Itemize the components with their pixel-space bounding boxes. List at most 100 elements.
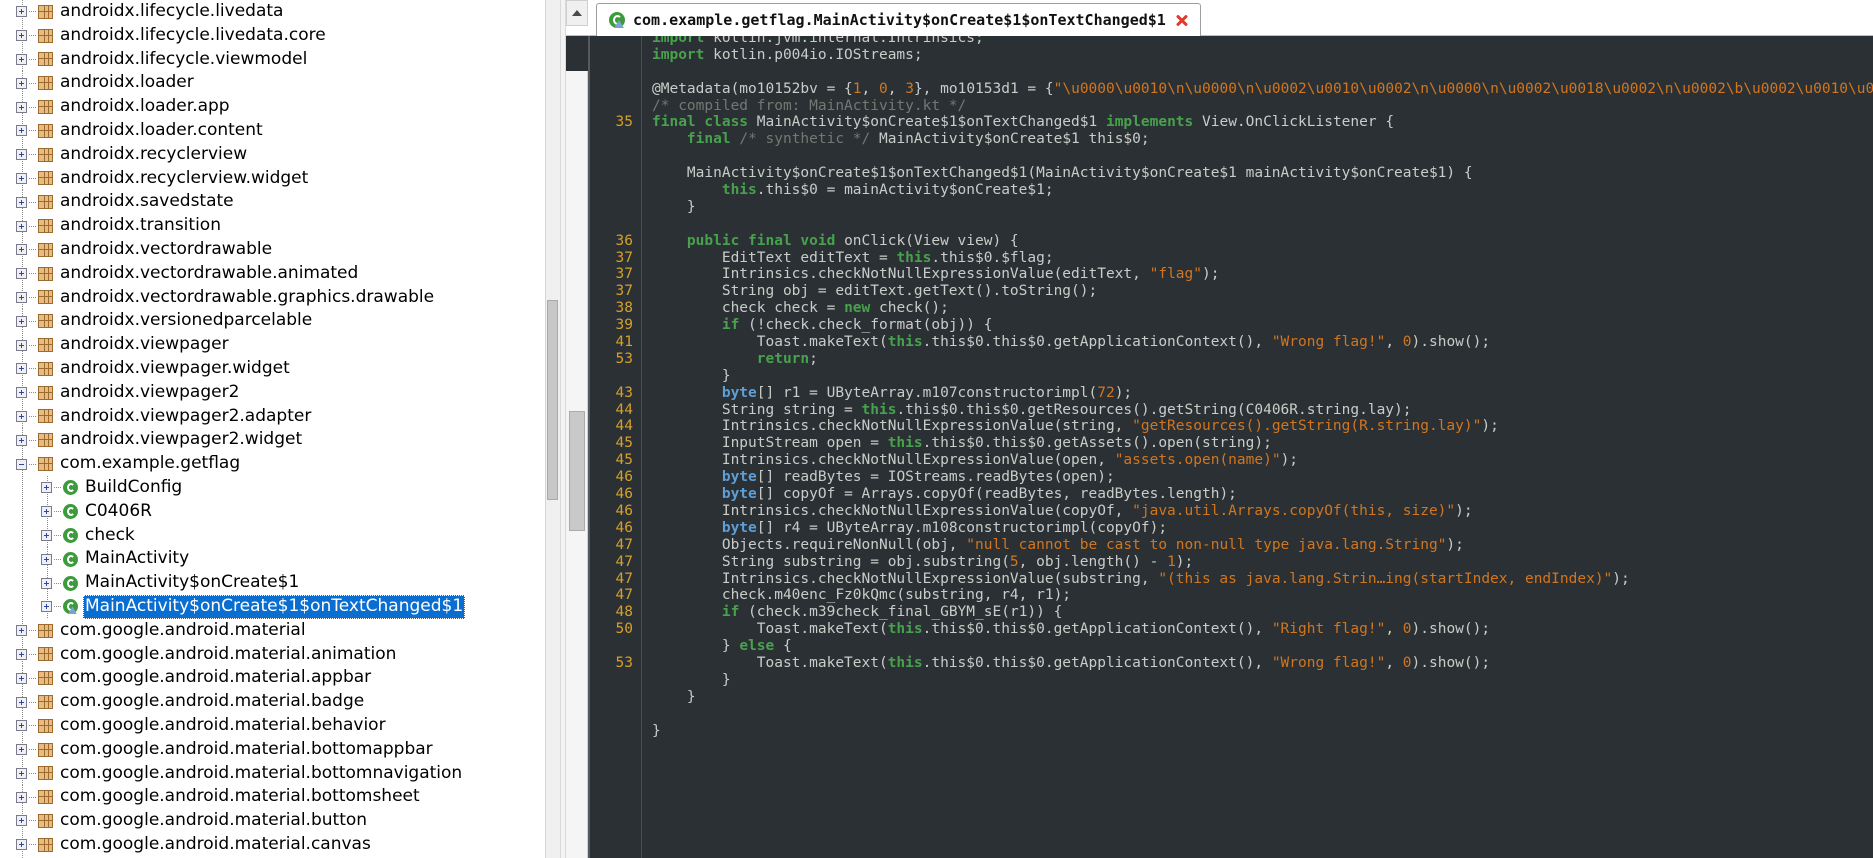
line-number: 35 [615,114,633,131]
tree-row[interactable]: androidx.vectordrawable.graphics.drawabl… [0,285,560,310]
tree-row[interactable]: com.google.android.material.badge [0,690,560,714]
expand-icon[interactable] [16,125,27,137]
expand-icon[interactable] [16,767,27,779]
tree-row[interactable]: androidx.loader [0,71,560,96]
tree-row[interactable]: com.google.android.material.bottomnaviga… [0,761,560,786]
tree-row[interactable]: C0406R [0,499,560,524]
tree-row[interactable]: androidx.viewpager2.widget [0,428,560,453]
expand-icon[interactable] [16,172,27,184]
tree-vertical-scrollbar[interactable] [545,0,560,858]
expand-icon[interactable] [16,363,27,375]
expand-icon[interactable] [16,101,27,113]
tree-row[interactable]: com.example.getflag [0,452,560,476]
tree-row[interactable]: com.google.android.material.bottomsheet [0,785,560,810]
expand-icon[interactable] [16,720,27,732]
expand-icon[interactable] [16,6,27,18]
tree-row[interactable]: com.google.android.material [0,618,560,643]
tree-row[interactable]: com.google.android.material.appbar [0,666,560,691]
expand-icon[interactable] [16,339,27,351]
code-text-area[interactable]: import kotlin.jvm.internal.Intrinsics; im… [642,36,1873,858]
expand-icon[interactable] [41,482,52,494]
expand-icon[interactable] [16,791,27,803]
tree-row[interactable]: androidx.loader.app [0,95,560,119]
package-icon [38,338,53,353]
editor-tab[interactable]: com.example.getflag.MainActivity$onCreat… [596,3,1201,37]
tree-row[interactable]: MainActivity$onCreate$1$onTextChanged$1 [0,594,560,619]
expand-icon[interactable] [16,744,27,756]
expand-icon[interactable] [16,387,27,399]
scroll-up-button[interactable] [566,0,588,26]
expand-icon[interactable] [16,244,27,256]
expand-icon[interactable] [16,672,27,684]
line-number: 53 [615,350,633,367]
expand-icon[interactable] [16,149,27,161]
tree-row[interactable]: check [0,523,560,548]
package-icon [38,695,53,709]
tree-row[interactable]: androidx.vectordrawable [0,237,560,262]
line-number [590,689,633,706]
tree-row[interactable]: BuildConfig [0,475,560,500]
expand-icon[interactable] [16,196,27,208]
tree-connector [29,296,36,298]
expand-icon[interactable] [16,434,27,446]
package-tree-list[interactable]: androidx.lifecycle.livedata androidx.life… [0,0,560,858]
tree-row[interactable]: androidx.savedstate [0,190,560,215]
line-number [590,148,633,165]
expand-icon[interactable] [41,529,52,541]
package-icon [38,266,53,281]
tree-row[interactable]: androidx.versionedparcelable [0,309,560,334]
expand-icon[interactable] [16,410,27,422]
expand-icon[interactable] [16,77,27,89]
tree-row[interactable]: com.google.android.material.button [0,809,560,833]
line-number [590,706,633,723]
tree-row[interactable]: com.google.android.material.behavior [0,713,560,738]
expand-icon[interactable] [16,315,27,327]
tree-connector [54,582,61,584]
tree-row[interactable]: MainActivity$onCreate$1 [0,571,560,595]
expand-icon[interactable] [16,648,27,660]
tree-row[interactable]: com.google.android.material.bottomappbar [0,737,560,762]
code-line: if (check.m39check_final_GBYM_sE(r1)) { [721,604,1063,621]
tree-connector [29,368,36,370]
tree-connector [29,772,36,774]
tree-item-label: MainActivity [85,548,190,569]
collapse-icon[interactable] [16,458,27,470]
expand-icon[interactable] [16,53,27,65]
tree-row[interactable]: androidx.viewpager2 [0,380,560,405]
close-icon[interactable] [1174,12,1190,28]
tree-row[interactable]: androidx.viewpager [0,333,560,357]
line-number: 47 [615,587,633,604]
expand-icon[interactable] [16,815,27,827]
code-line: Toast.makeText(this.this$0.this$0.getApp… [652,621,1491,638]
tree-row[interactable]: androidx.loader.content [0,118,560,143]
expand-icon[interactable] [41,577,52,589]
expand-icon[interactable] [16,625,27,637]
tree-row[interactable]: androidx.viewpager2.adapter [0,404,560,429]
expand-icon[interactable] [16,220,27,232]
code-line: EditText editText = this.this$0.$flag; [652,249,1054,266]
tree-row[interactable]: androidx.lifecycle.viewmodel [0,47,560,72]
expand-icon[interactable] [16,839,27,851]
expand-icon[interactable] [41,601,52,613]
expand-icon[interactable] [16,30,27,42]
tree-row[interactable]: com.google.android.material.animation [0,642,560,667]
tree-row[interactable]: com.google.android.material.canvas [0,832,560,857]
expand-icon[interactable] [16,696,27,708]
tree-row[interactable]: androidx.recyclerview.widget [0,166,560,191]
code-line: public final void onClick(View view) { [686,232,1019,249]
tree-scrollbar-thumb[interactable] [547,300,558,500]
expand-icon[interactable] [16,291,27,303]
expand-icon[interactable] [41,553,52,565]
expand-icon[interactable] [41,506,52,518]
tree-row[interactable]: androidx.viewpager.widget [0,356,560,381]
tree-row[interactable]: androidx.vectordrawable.animated [0,261,560,286]
code-scrollbar-thumb[interactable] [569,411,585,531]
tree-row[interactable]: MainActivity [0,547,560,572]
tree-row[interactable]: androidx.recyclerview [0,142,560,167]
tree-row[interactable]: androidx.lifecycle.livedata.core [0,23,560,48]
code-left-scrollbar[interactable] [566,71,588,858]
expand-icon[interactable] [16,268,27,280]
tree-row[interactable]: androidx.lifecycle.livedata [0,0,560,24]
tree-row[interactable]: androidx.transition [0,214,560,238]
tree-item-label: com.google.android.material.badge [60,691,365,712]
